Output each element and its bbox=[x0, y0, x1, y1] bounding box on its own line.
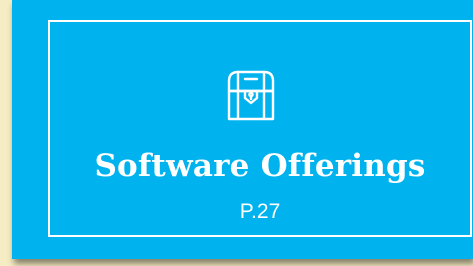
treasure-chest-icon bbox=[221, 65, 281, 125]
section-card[interactable]: Software Offerings P.27 bbox=[12, 0, 473, 259]
card-title: Software Offerings bbox=[94, 148, 426, 184]
page-reference: P.27 bbox=[239, 200, 281, 223]
